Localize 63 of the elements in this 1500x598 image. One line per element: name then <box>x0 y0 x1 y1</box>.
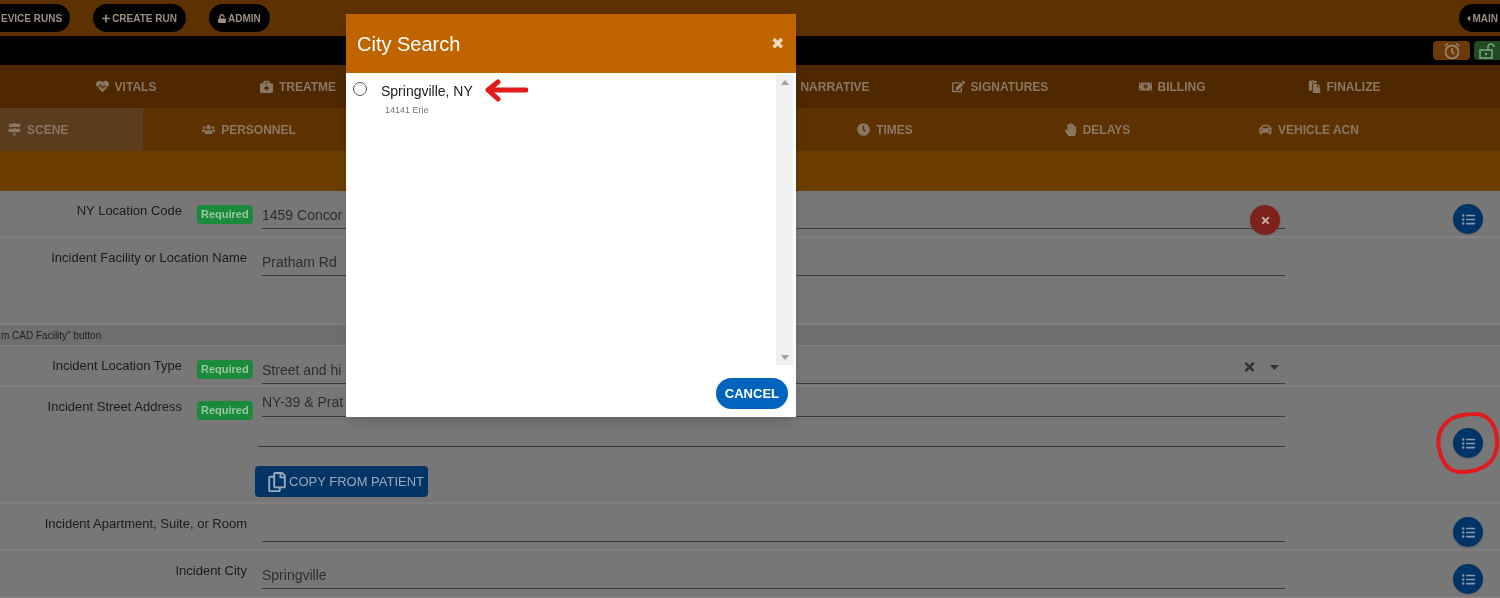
field-label: Incident Street Address <box>47 398 182 416</box>
city-detail: 14141 Erie <box>384 104 430 117</box>
nav-tab[interactable]: TIMES <box>779 108 991 151</box>
city-name: Springville, NY <box>381 82 473 101</box>
field-label: Incident Facility or Location Name <box>51 249 247 267</box>
close-icon <box>1259 214 1271 226</box>
list-button[interactable] <box>1453 517 1483 547</box>
signpost-icon <box>8 123 21 136</box>
documents-icon <box>1307 80 1321 93</box>
medical-kit-icon <box>259 80 273 93</box>
nav-tab[interactable]: FINALIZE <box>1258 65 1430 108</box>
nav-tab[interactable]: VITALS <box>40 65 212 108</box>
lock-icon <box>1479 42 1495 59</box>
scroll-down-icon[interactable] <box>780 355 789 360</box>
list-button[interactable] <box>1453 564 1483 594</box>
main-button[interactable]: MAIN <box>1459 4 1500 32</box>
clear-icon[interactable] <box>1243 360 1256 374</box>
top-bar-button[interactable]: EVICE RUNS <box>0 4 71 32</box>
copy-from-patient-button[interactable]: COPY FROM PATIENT <box>255 466 428 497</box>
heartbeat-icon <box>95 80 109 93</box>
list-icon <box>1461 436 1475 450</box>
field-label: Incident Location Type <box>52 357 182 375</box>
required-badge: Required <box>197 401 253 420</box>
list-icon <box>1461 212 1475 226</box>
alarm-clock-icon <box>1442 41 1461 60</box>
list-button[interactable] <box>1453 204 1483 234</box>
field-label: NY Location Code <box>76 202 182 220</box>
money-icon <box>1138 80 1152 93</box>
nav-tab[interactable]: SCENE <box>0 108 143 151</box>
nav-tab[interactable]: VEHICLE ACN <box>1203 108 1415 151</box>
unlock-icon <box>217 13 226 23</box>
annotation-arrow <box>484 79 528 103</box>
list-button[interactable] <box>1453 428 1483 458</box>
users-icon <box>202 123 216 136</box>
car-icon <box>1259 123 1273 136</box>
caret-icon <box>1465 13 1473 23</box>
field-label: Incident Apartment, Suite, or Room <box>44 515 247 533</box>
required-badge: Required <box>197 360 253 379</box>
nav-tab[interactable]: DELAYS <box>991 108 1203 151</box>
list-icon <box>1461 572 1475 586</box>
top-bar-button[interactable]: ADMIN <box>208 4 270 32</box>
list-icon <box>1461 525 1475 539</box>
cancel-button[interactable]: CANCEL <box>715 378 788 409</box>
required-badge: Required <box>197 205 253 224</box>
lock-button[interactable] <box>1474 41 1500 60</box>
field-label: Incident City <box>175 562 247 580</box>
alarm-button[interactable] <box>1433 41 1470 60</box>
nav-tab[interactable]: BILLING <box>1086 65 1258 108</box>
dialog-title: City Search <box>357 31 461 57</box>
text-field[interactable]: Springville <box>262 565 1285 589</box>
clock-icon <box>857 123 871 136</box>
nav-tab[interactable]: SIGNATURES <box>914 65 1086 108</box>
hint-text: m CAD Facility" button <box>0 328 102 343</box>
close-button[interactable]: ✖ <box>771 31 785 56</box>
scroll-up-icon[interactable] <box>780 80 789 85</box>
plus-icon <box>102 13 111 23</box>
hand-icon <box>1063 123 1077 136</box>
caret-icon[interactable] <box>1270 364 1279 370</box>
scrollbar[interactable] <box>776 75 793 365</box>
top-bar-button[interactable]: CREATE RUN <box>93 4 186 32</box>
edit-icon <box>951 80 965 93</box>
clear-button[interactable] <box>1250 205 1280 235</box>
copy-icon <box>268 471 286 492</box>
